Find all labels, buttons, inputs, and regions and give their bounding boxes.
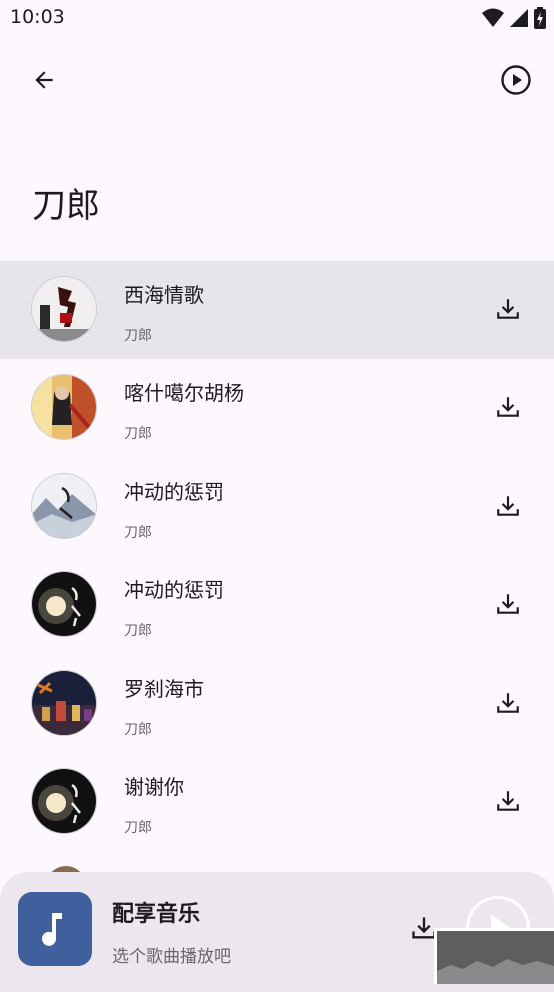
album-cover xyxy=(31,276,97,342)
song-row[interactable]: 谢谢你 刀郎 xyxy=(0,753,554,851)
download-button[interactable] xyxy=(494,393,522,421)
album-cover xyxy=(31,374,97,441)
song-artist: 刀郎 xyxy=(124,524,152,541)
download-button[interactable] xyxy=(494,689,522,717)
song-artist: 刀郎 xyxy=(124,623,152,640)
song-artist: 刀郎 xyxy=(124,721,152,738)
status-bar: 10:03 xyxy=(0,0,554,40)
download-button[interactable] xyxy=(494,492,522,520)
album-cover xyxy=(31,472,97,539)
status-icons xyxy=(482,7,546,29)
song-title: 喀什噶尔胡杨 xyxy=(124,381,244,406)
download-button[interactable] xyxy=(494,787,522,815)
arrow-left-icon xyxy=(35,71,53,89)
album-cover xyxy=(31,669,97,736)
download-button[interactable] xyxy=(494,295,522,323)
song-row[interactable]: 喀什噶尔胡杨 刀郎 xyxy=(0,359,554,457)
player-title: 配享音乐 xyxy=(112,902,201,927)
player-subtitle: 选个歌曲播放吧 xyxy=(112,947,231,967)
battery-icon xyxy=(534,7,546,29)
song-artist: 刀郎 xyxy=(124,328,152,344)
page-title: 刀郎 xyxy=(32,186,100,226)
song-row[interactable]: 罗刹海市 刀郎 xyxy=(0,655,554,753)
download-icon xyxy=(497,299,519,319)
player-cover xyxy=(18,892,92,966)
download-icon xyxy=(497,791,519,811)
album-cover xyxy=(31,767,97,834)
music-note-icon xyxy=(42,913,62,946)
song-row[interactable]: 冲动的惩罚 刀郎 xyxy=(0,556,554,654)
song-list: 西海情歌 刀郎 喀什噶尔胡杨 刀郎 冲动的惩罚 刀郎 冲动的惩罚 刀郎 罗刹海市… xyxy=(0,261,554,851)
song-title: 冲动的惩罚 xyxy=(124,479,224,504)
download-button[interactable] xyxy=(494,590,522,618)
cell-signal-icon xyxy=(510,9,528,27)
song-row[interactable]: 冲动的惩罚 刀郎 xyxy=(0,458,554,556)
screenshot-thumbnail[interactable] xyxy=(434,928,554,984)
song-title: 谢谢你 xyxy=(124,774,184,799)
wifi-icon xyxy=(482,8,504,27)
song-row[interactable]: 西海情歌 刀郎 xyxy=(0,261,554,360)
song-artist: 刀郎 xyxy=(124,819,152,836)
play-circle-icon xyxy=(501,65,531,95)
back-button[interactable] xyxy=(24,56,64,104)
download-icon xyxy=(497,594,519,614)
download-icon xyxy=(497,496,519,516)
download-icon xyxy=(497,692,519,713)
song-title: 西海情歌 xyxy=(124,283,204,307)
top-app-bar xyxy=(0,56,554,104)
song-title: 罗刹海市 xyxy=(124,676,204,701)
song-title: 冲动的惩罚 xyxy=(124,578,224,603)
play-all-button[interactable] xyxy=(496,56,536,104)
status-time: 10:03 xyxy=(10,6,65,28)
download-icon xyxy=(497,397,519,418)
album-cover xyxy=(31,571,97,638)
song-artist: 刀郎 xyxy=(124,426,152,443)
